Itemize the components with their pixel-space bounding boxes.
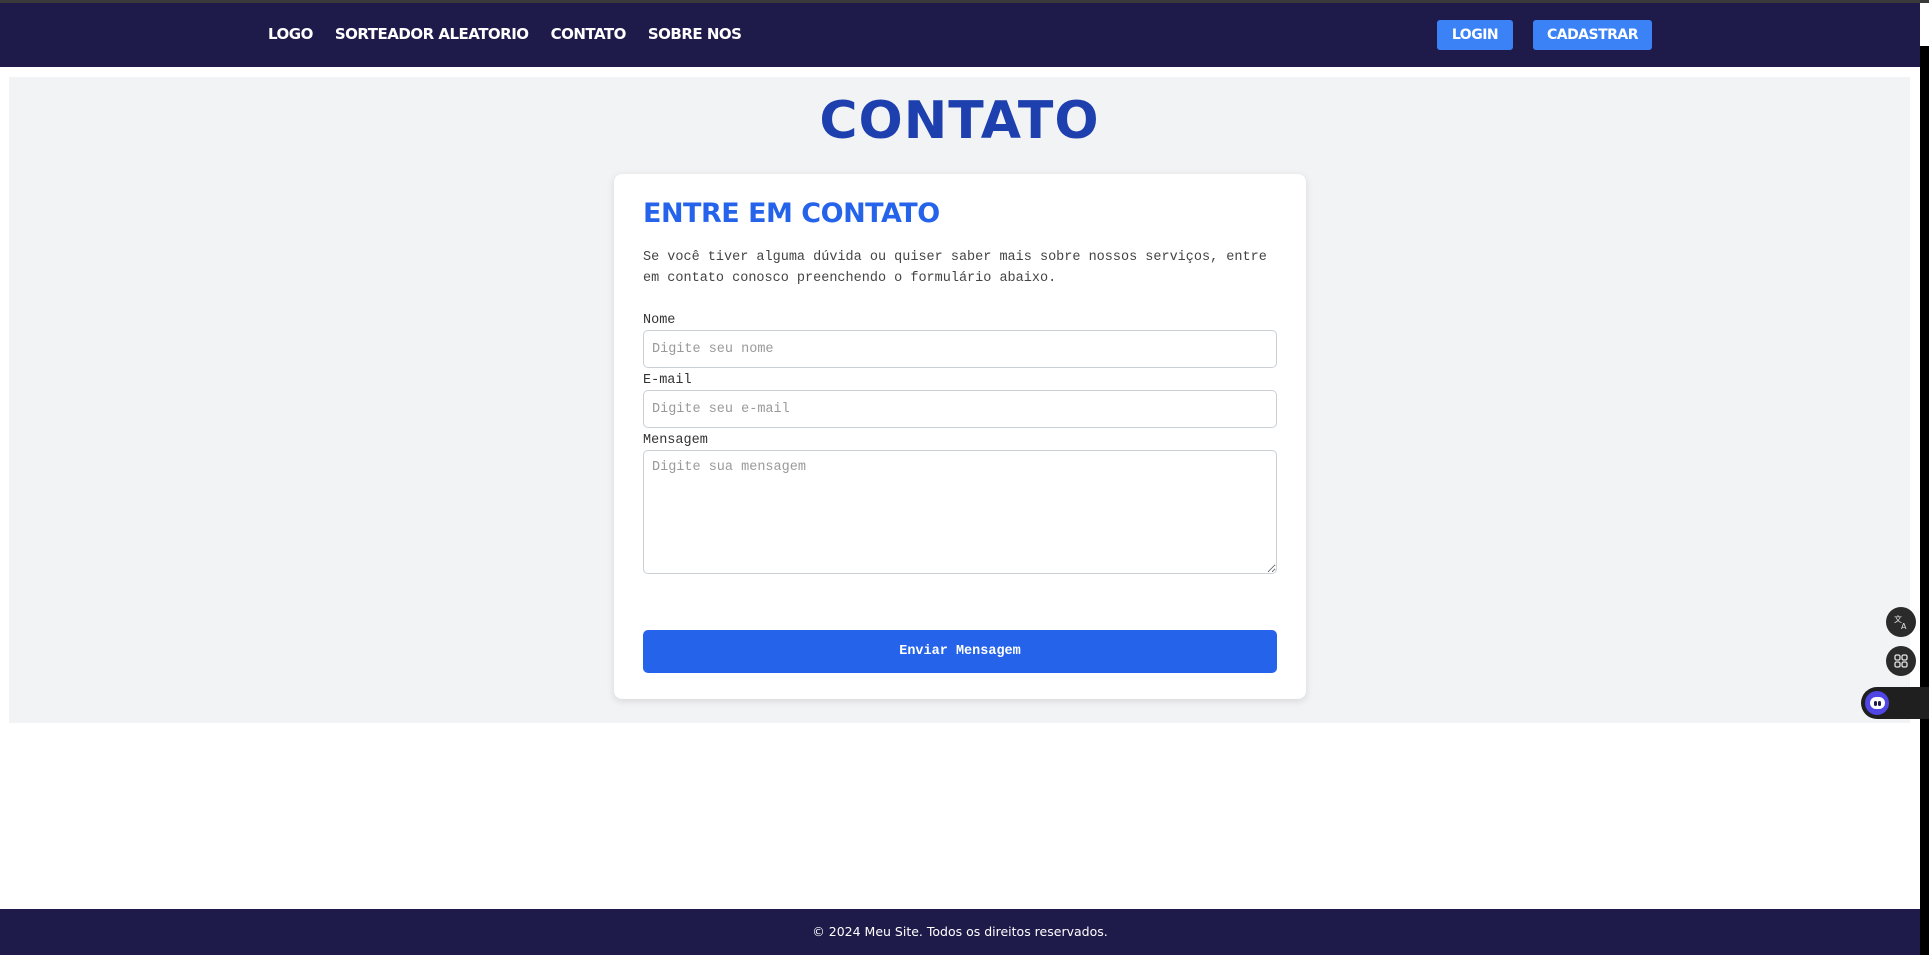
assistant-icon	[1865, 691, 1889, 715]
footer: © 2024 Meu Site. Todos os direitos reser…	[0, 909, 1920, 955]
contact-card: ENTRE EM CONTATO Se você tiver alguma dú…	[614, 174, 1306, 699]
email-input[interactable]	[643, 390, 1277, 428]
page-title: CONTATO	[819, 91, 1100, 151]
navbar: LOGO SORTEADOR ALEATORIO CONTATO SOBRE N…	[0, 3, 1920, 67]
nav-link-contato[interactable]: CONTATO	[551, 25, 627, 43]
form-heading: ENTRE EM CONTATO	[643, 198, 940, 229]
login-button[interactable]: LOGIN	[1437, 20, 1513, 50]
form-description: Se você tiver alguma dúvida ou quiser sa…	[643, 250, 1267, 286]
message-textarea[interactable]	[643, 450, 1277, 574]
contact-section: CONTATO ENTRE EM CONTATO Se você tiver a…	[9, 77, 1910, 723]
nav-link-logo[interactable]: LOGO	[268, 25, 313, 43]
translate-glyph: 文 A	[1894, 614, 1907, 630]
footer-text: © 2024 Meu Site. Todos os direitos reser…	[812, 924, 1108, 939]
apps-glyph	[1894, 654, 1908, 668]
assistant-widget[interactable]	[1861, 687, 1929, 719]
nav-link-sobre[interactable]: SOBRE NOS	[648, 25, 742, 43]
email-label: E-mail	[643, 373, 692, 388]
name-label: Nome	[643, 313, 676, 328]
name-input[interactable]	[643, 330, 1277, 368]
message-label: Mensagem	[643, 433, 708, 448]
svg-text:A: A	[1901, 622, 1907, 630]
submit-button[interactable]: Enviar Mensagem	[643, 630, 1277, 673]
nav-link-sorteador[interactable]: SORTEADOR ALEATORIO	[335, 25, 529, 43]
apps-grid-icon[interactable]	[1886, 646, 1916, 676]
nav-links: LOGO SORTEADOR ALEATORIO CONTATO SOBRE N…	[268, 25, 742, 43]
translate-icon[interactable]: 文 A	[1886, 607, 1916, 637]
scrollbar[interactable]	[1920, 46, 1929, 955]
signup-button[interactable]: CADASTRAR	[1533, 20, 1652, 50]
